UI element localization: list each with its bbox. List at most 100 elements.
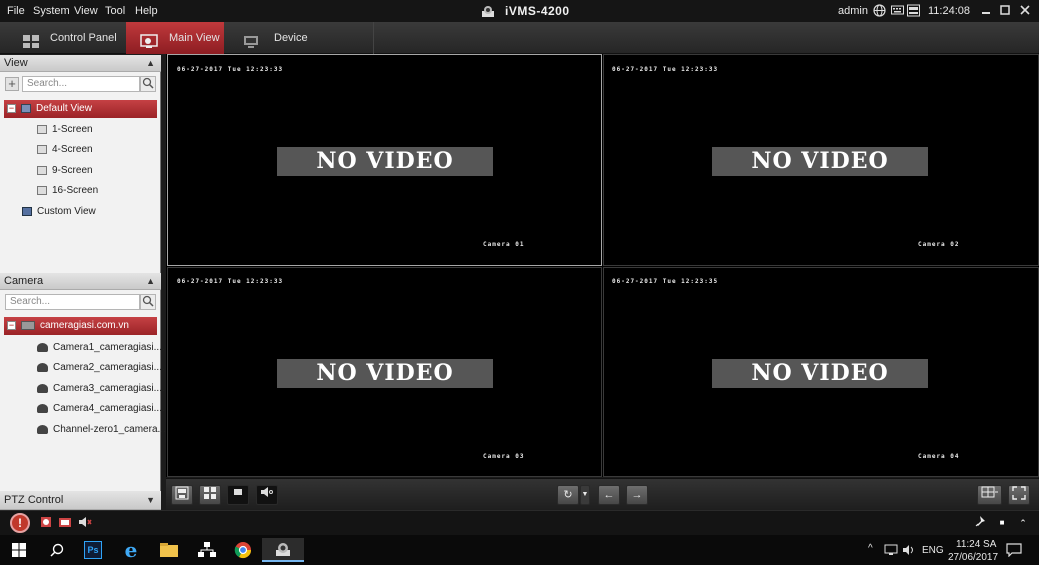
osd-camera-name: Camera 01	[483, 241, 525, 248]
restore-icon[interactable]: ■	[994, 515, 1010, 531]
refresh-icon[interactable]: ↻	[557, 485, 579, 505]
expand-up-icon[interactable]: ⌃	[1015, 515, 1031, 531]
video-cell-2[interactable]: 06-27-2017 Tue 12:23:33 NO VIDEO Camera …	[603, 54, 1039, 266]
tree-camera-2[interactable]: Camera2_cameragiasi....	[37, 359, 165, 377]
windows-taskbar: Ps e ^ ENG 11:24 SA 27/06/2017	[0, 535, 1039, 565]
search-icon[interactable]	[38, 538, 76, 562]
pin-icon[interactable]	[972, 515, 988, 531]
taskbar-time[interactable]: 11:24 SA	[956, 539, 996, 550]
tree-16-screen[interactable]: 16-Screen	[37, 182, 98, 200]
tree-label: 1-Screen	[52, 124, 93, 135]
menu-tool[interactable]: Tool	[105, 0, 125, 22]
tree-device[interactable]: −cameragiasi.com.vn	[4, 317, 157, 335]
maximize-icon[interactable]	[998, 4, 1012, 18]
prev-page-icon[interactable]: ←	[598, 485, 620, 505]
camera-search-input[interactable]: Search...	[5, 294, 140, 310]
file-explorer-icon[interactable]	[150, 538, 188, 562]
audio-alert-icon[interactable]	[77, 515, 93, 531]
osd-camera-name: Camera 04	[918, 453, 960, 460]
layout-16-icon	[37, 186, 47, 195]
tree-4-screen[interactable]: 4-Screen	[37, 141, 93, 159]
tree-9-screen[interactable]: 9-Screen	[37, 162, 93, 180]
network-icon[interactable]	[884, 544, 898, 556]
tray-chevron-up-icon[interactable]: ^	[868, 543, 873, 554]
network-app-icon[interactable]	[188, 538, 226, 562]
close-icon[interactable]	[1018, 4, 1032, 18]
collapse-icon[interactable]: −	[7, 104, 16, 113]
ram-icon[interactable]	[906, 4, 920, 18]
add-view-icon[interactable]: +	[5, 77, 19, 91]
camera-icon	[37, 343, 48, 352]
globe-icon[interactable]	[872, 4, 886, 18]
user-name[interactable]: admin	[838, 0, 868, 22]
device-alert-icon[interactable]	[57, 515, 73, 531]
alarm-event-icon[interactable]	[38, 515, 54, 531]
chevron-up-icon[interactable]: ▲	[146, 273, 155, 290]
chevron-down-icon[interactable]: ▼	[146, 491, 155, 510]
view-search-input[interactable]: Search...	[22, 76, 140, 92]
tree-default-view[interactable]: − Default View	[4, 100, 157, 118]
internet-explorer-icon[interactable]: e	[112, 538, 150, 562]
ptz-section-title: PTZ Control	[4, 494, 63, 506]
no-video-label: NO VIDEO	[712, 147, 928, 176]
chrome-icon[interactable]	[224, 538, 262, 562]
taskbar-date[interactable]: 27/06/2017	[948, 552, 998, 563]
window-division-icon[interactable]	[977, 485, 1002, 505]
osd-timestamp: 06-27-2017 Tue 12:23:33	[177, 66, 283, 73]
start-icon[interactable]	[0, 538, 38, 562]
video-toolbar: ↻ ▼ ← →	[166, 478, 1039, 510]
minimize-icon[interactable]	[979, 4, 993, 18]
stop-all-icon[interactable]	[227, 485, 249, 505]
camera-section-header[interactable]: Camera ▲	[0, 273, 161, 290]
audio-icon[interactable]	[256, 485, 278, 505]
keyboard-icon[interactable]	[890, 4, 904, 18]
tab-device-management[interactable]: Device Management	[228, 22, 374, 54]
tree-camera-3[interactable]: Camera3_cameragiasi....	[37, 380, 165, 398]
volume-icon[interactable]	[902, 544, 916, 556]
app-title: iVMS-4200	[505, 0, 570, 22]
osd-timestamp: 06-27-2017 Tue 12:23:33	[177, 278, 283, 285]
fullscreen-icon[interactable]	[1008, 485, 1030, 505]
view-section-header[interactable]: View ▲	[0, 55, 161, 72]
ptz-section-header[interactable]: PTZ Control ▼	[0, 491, 161, 510]
dropdown-chevron-icon[interactable]: ▼	[580, 485, 590, 505]
video-cell-4[interactable]: 06-27-2017 Tue 12:23:35 NO VIDEO Camera …	[603, 267, 1039, 477]
title-bar: File System View Tool Help iVMS-4200 adm…	[0, 0, 1039, 22]
control-panel-icon	[22, 30, 40, 45]
ivms-taskbar-icon[interactable]	[262, 538, 304, 562]
camera-section-title: Camera	[4, 275, 43, 287]
menu-file[interactable]: File	[7, 0, 25, 22]
layout-4-icon	[37, 145, 47, 154]
camera-icon	[37, 404, 48, 413]
menu-help[interactable]: Help	[135, 0, 158, 22]
camera-icon	[37, 384, 48, 393]
tab-control-panel[interactable]: Control Panel	[0, 22, 123, 54]
chevron-up-icon[interactable]: ▲	[146, 55, 155, 72]
menu-view[interactable]: View	[74, 0, 98, 22]
search-icon[interactable]	[140, 294, 156, 310]
video-cell-1[interactable]: 06-27-2017 Tue 12:23:33 NO VIDEO Camera …	[167, 54, 602, 266]
photoshop-icon[interactable]: Ps	[74, 538, 112, 562]
tab-main-view[interactable]: Main View	[126, 22, 224, 54]
search-icon[interactable]	[140, 76, 156, 92]
tree-label: Default View	[36, 103, 92, 114]
tree-camera-4[interactable]: Camera4_cameragiasi....	[37, 400, 165, 418]
save-view-icon[interactable]	[171, 485, 193, 505]
tree-1-screen[interactable]: 1-Screen	[37, 121, 93, 139]
collapse-icon[interactable]: −	[7, 321, 16, 330]
next-page-icon[interactable]: →	[626, 485, 648, 505]
video-cell-3[interactable]: 06-27-2017 Tue 12:23:33 NO VIDEO Camera …	[167, 267, 602, 477]
osd-timestamp: 06-27-2017 Tue 12:23:35	[612, 278, 718, 285]
alarm-icon[interactable]: !	[10, 513, 30, 533]
view-layout-icon[interactable]	[199, 485, 221, 505]
tree-camera-1[interactable]: Camera1_cameragiasi....	[37, 339, 165, 357]
video-grid: 06-27-2017 Tue 12:23:33 NO VIDEO Camera …	[166, 54, 1039, 477]
notification-icon[interactable]	[1006, 543, 1022, 557]
menu-system[interactable]: System	[33, 0, 70, 22]
tree-label: Camera1_cameragiasi....	[53, 342, 165, 353]
language-indicator[interactable]: ENG	[922, 545, 944, 556]
clock: 11:24:08	[928, 0, 970, 22]
tree-custom-view[interactable]: Custom View	[22, 203, 96, 221]
device-management-icon	[243, 30, 261, 45]
tree-channel-zero[interactable]: Channel-zero1_camera...	[37, 421, 166, 439]
